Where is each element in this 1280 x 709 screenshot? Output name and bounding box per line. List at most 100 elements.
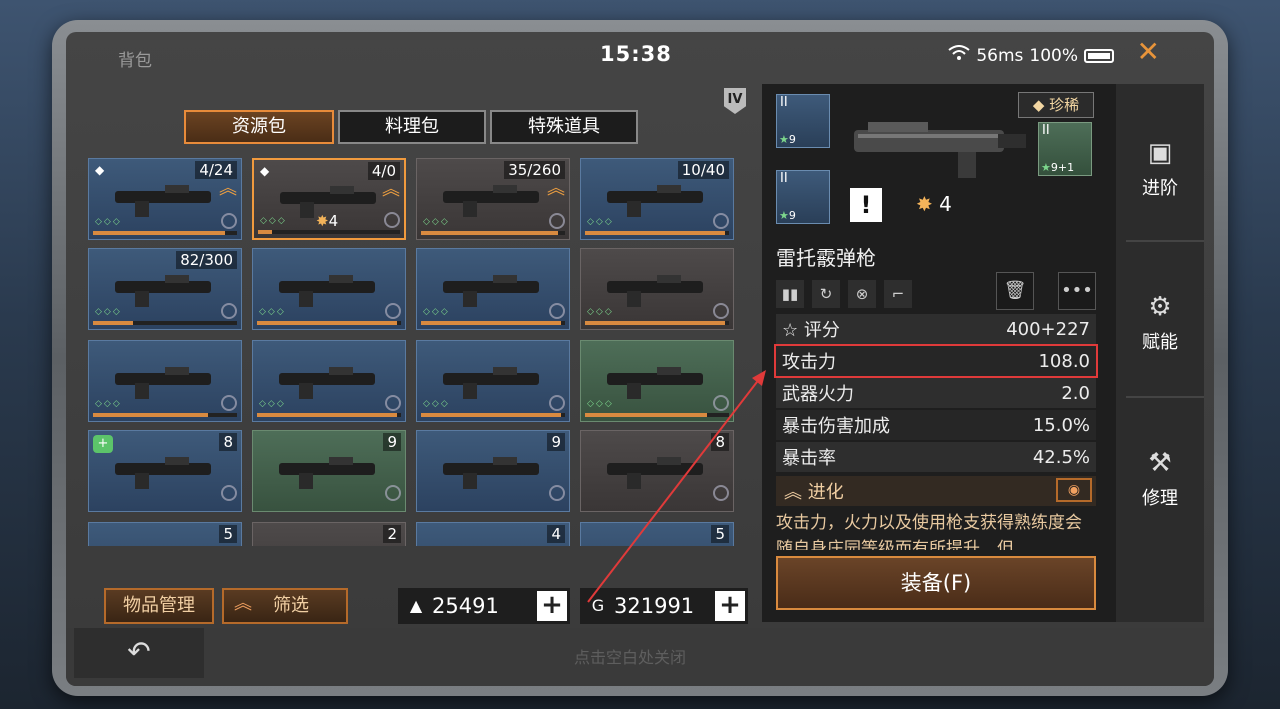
eye-icon[interactable]: ◉ [1056, 478, 1092, 502]
stat-value: 400+227 [1006, 318, 1090, 340]
upgrade-available-icon: ︽ [382, 179, 400, 200]
gear-icon: ⚙ [1148, 292, 1172, 322]
fish-d-image [597, 537, 717, 546]
mod-slot-2[interactable]: II ★9 [776, 170, 830, 224]
durability-fill [585, 231, 725, 235]
syringe-image [115, 457, 211, 489]
close-icon[interactable]: ✕ [1137, 38, 1160, 66]
item-slot-catfish[interactable]: 8 [580, 430, 734, 512]
catfish-image [607, 457, 703, 489]
source-icon [713, 213, 729, 229]
item-slot-armor-vest[interactable]: ◇◇◇ [252, 340, 406, 422]
status-indicators: 56ms 100% [948, 45, 1114, 66]
currency-gold: G 321991 + [580, 588, 748, 624]
source-icon [549, 485, 565, 501]
battery-icon [1084, 48, 1114, 63]
chevron-up-icon: ︽ [784, 482, 802, 503]
filter-button[interactable]: 筛选 [222, 588, 348, 624]
supply-crate-image [443, 367, 539, 399]
durability-bar [585, 321, 729, 325]
mod-level: ★9 [779, 133, 796, 146]
item-slot-shotgun[interactable]: ◆ 4/0 ︽ ✸4 ◇◇◇ [252, 158, 406, 240]
side-nav-empower[interactable]: ⚙ 赋能 [1116, 290, 1204, 410]
fishing-lure-image [279, 457, 375, 489]
durability-fill [421, 413, 561, 417]
item-slot-grenade-launcher[interactable]: ◆ 4/24 ︽ ◇◇◇ [88, 158, 242, 240]
side-nav-advance[interactable]: ▣ 进阶 [1116, 136, 1204, 256]
item-slot-heavy-gun[interactable]: 82/300 ◇◇◇ [88, 248, 242, 330]
back-icon[interactable]: ↶ [74, 628, 204, 678]
item-slot-fish-c[interactable]: 4 [416, 522, 570, 546]
side-nav-label: 进阶 [1142, 178, 1178, 199]
item-slot-lantern-post[interactable]: ◇◇◇ [580, 340, 734, 422]
source-icon [549, 395, 565, 411]
item-slot-spiked-bat[interactable]: ◇◇◇ [580, 248, 734, 330]
tab-special-items[interactable]: 特殊道具 [490, 110, 638, 144]
rank-badge-icon: IV [724, 88, 746, 114]
gun-icon[interactable]: ⌐ [884, 280, 912, 308]
evolution-header[interactable]: ︽ 进化 ◉ [776, 476, 1096, 506]
item-count: 4 [547, 525, 565, 543]
item-slot-supply-crate[interactable]: ◇◇◇ [416, 340, 570, 422]
tab-food-pack[interactable]: 料理包 [338, 110, 486, 144]
heavy-gun-image [115, 275, 211, 307]
add-gold-button[interactable]: + [715, 591, 745, 621]
item-manage-button[interactable]: 物品管理 [104, 588, 214, 624]
cancel-icon[interactable]: ⊗ [848, 280, 876, 308]
durability-bar [93, 321, 237, 325]
side-nav-repair[interactable]: ⚒ 修理 [1116, 446, 1204, 566]
item-slot-pickaxe[interactable]: ◇◇◇ [416, 248, 570, 330]
footer-bar[interactable]: ↶ 点击空白处关闭 [66, 628, 1214, 686]
source-icon [221, 395, 237, 411]
source-icon [385, 485, 401, 501]
lantern-post-image [607, 367, 703, 399]
item-slot-mushrooms[interactable]: 9 [416, 430, 570, 512]
more-icon[interactable]: ••• [1058, 272, 1096, 310]
tab-resource-pack[interactable]: 资源包 [184, 110, 334, 144]
quality-dots-icon: ◇◇◇ [423, 307, 450, 317]
reload-icon[interactable]: ↻ [812, 280, 840, 308]
advance-icon: ▣ [1147, 138, 1173, 168]
stat-crit-rate: 暴击率 42.5% [776, 442, 1096, 472]
durability-fill [93, 231, 226, 235]
mod-tier: II [780, 95, 788, 110]
stat-value: 2.0 [1061, 382, 1090, 404]
quality-dots-icon: ◇◇◇ [587, 307, 614, 317]
warning-icon[interactable]: ! [850, 188, 882, 222]
durability-bar [585, 231, 729, 235]
durability-bar [585, 413, 729, 417]
item-slot-jet-ski[interactable]: ◇◇◇ [88, 340, 242, 422]
jet-ski-image [115, 367, 211, 399]
spiked-bat-image [607, 275, 703, 307]
item-slot-fish-b[interactable]: 2 [252, 522, 406, 546]
ammo-icon[interactable]: ▮▮ [776, 280, 804, 308]
star-level: ✸4 [316, 212, 339, 230]
durability-bar [257, 413, 401, 417]
item-slot-syringe[interactable]: +8 [88, 430, 242, 512]
add-materials-button[interactable]: + [537, 591, 567, 621]
mod-slot-1[interactable]: II ★9 [776, 94, 830, 148]
side-nav: ▣ 进阶 ⚙ 赋能 ⚒ 修理 [1116, 84, 1204, 622]
stat-crit-damage: 暴击伤害加成 15.0% [776, 410, 1096, 440]
item-slot-sniper-rifle[interactable]: 10/40 ◇◇◇ [580, 158, 734, 240]
item-slot-fishing-lure[interactable]: 9 [252, 430, 406, 512]
item-count: 35/260 [504, 161, 565, 179]
quality-dots-icon: ◇◇◇ [587, 399, 614, 409]
trash-icon[interactable]: 🗑 [996, 272, 1034, 310]
item-slot-fish-a[interactable]: 5 [88, 522, 242, 546]
item-count: 5 [711, 525, 729, 543]
item-slot-pickaxe[interactable]: ◇◇◇ [252, 248, 406, 330]
gold-amount: 321991 [614, 594, 695, 618]
item-count: 9 [547, 433, 565, 451]
durability-fill [421, 231, 558, 235]
materials-amount: 25491 [432, 594, 499, 618]
equip-button[interactable]: 装备(F) [776, 556, 1096, 610]
item-slot-assault-rifle[interactable]: 35/260 ︽ ◇◇◇ [416, 158, 570, 240]
source-icon [221, 303, 237, 319]
stat-label: 攻击力 [782, 352, 836, 373]
item-count: 2 [383, 525, 401, 543]
quality-dots-icon: ◇◇◇ [587, 217, 614, 227]
mod-slot-3[interactable]: II ★9+1 [1038, 122, 1092, 176]
ping-text: 56ms [976, 45, 1024, 66]
item-slot-fish-d[interactable]: 5 [580, 522, 734, 546]
